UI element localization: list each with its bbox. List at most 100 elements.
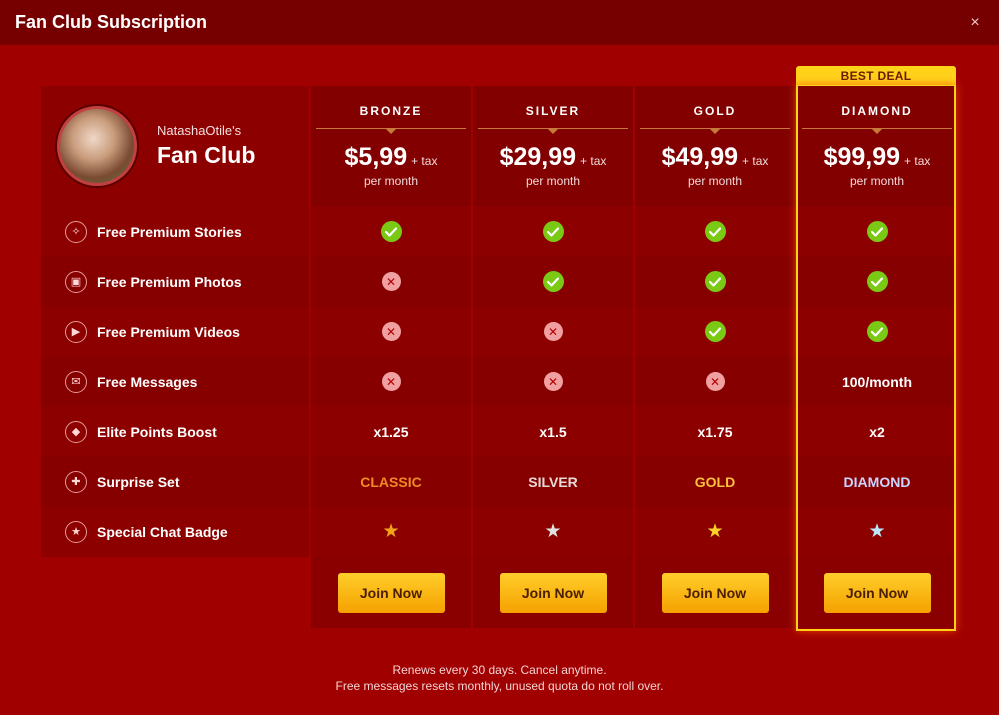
feature-value-silver: [473, 206, 633, 256]
feature-value-diamond: 100/month: [797, 356, 957, 406]
diamond-icon: ◆: [65, 420, 87, 443]
feature-label: Free Premium Photos: [97, 273, 242, 290]
badge-star-icon: ★: [706, 521, 724, 542]
cta-cell-silver: Join Now: [473, 556, 633, 628]
check-icon: [866, 321, 888, 342]
tier-name: BRONZE: [359, 104, 423, 118]
check-icon: [866, 271, 888, 292]
cross-icon: ✕: [381, 272, 401, 291]
feature-value-silver: SILVER: [473, 456, 633, 506]
badge-star-icon: ★: [382, 521, 400, 542]
feature-value-diamond: [797, 256, 957, 306]
tier-name: GOLD: [693, 104, 737, 118]
club-owner: NatashaOtile's: [157, 123, 242, 138]
check-icon: [542, 221, 564, 242]
feature-value-bronze: ✕: [311, 256, 471, 306]
gift-icon: ✚: [65, 470, 87, 493]
pricing-table: NatashaOtile's Fan Club BRONZE $5,99 + tax…: [41, 86, 957, 628]
cta-cell-bronze: Join Now: [311, 556, 471, 628]
close-icon[interactable]: ×: [966, 14, 984, 32]
tier-name: SILVER: [525, 104, 581, 118]
star-icon: ★: [65, 520, 87, 543]
cta-cell-diamond: Join Now: [797, 556, 957, 628]
cta-spacer: [41, 556, 309, 628]
cross-icon: ✕: [705, 372, 725, 391]
price-line: $5,99 + tax: [345, 143, 438, 172]
join-now-button-gold[interactable]: Join Now: [661, 572, 769, 613]
feature-value-gold: [635, 306, 795, 356]
feature-value-gold: GOLD: [635, 456, 795, 506]
feature-value-bronze: [311, 206, 471, 256]
feature-value-bronze: CLASSIC: [311, 456, 471, 506]
feature-value-gold: ✕: [635, 356, 795, 406]
join-now-button-silver[interactable]: Join Now: [499, 572, 607, 613]
feature-value-silver: [473, 256, 633, 306]
tier-divider: [478, 128, 628, 134]
feature-value-text: x1.5: [539, 423, 567, 440]
check-icon: [704, 321, 726, 342]
cta-cell-gold: Join Now: [635, 556, 795, 628]
avatar: [57, 106, 137, 186]
footer-note: Renews every 30 days. Cancel anytime. Fr…: [0, 662, 999, 694]
videos-icon: ▶: [65, 320, 87, 343]
cross-icon: ✕: [381, 372, 401, 391]
check-icon: [866, 221, 888, 242]
join-now-button-diamond[interactable]: Join Now: [823, 572, 931, 613]
tier-header-bronze: BRONZE $5,99 + tax per month: [311, 86, 471, 206]
tier-price: $29,99: [499, 143, 577, 171]
feature-value-text: x1.25: [373, 423, 409, 440]
billing-period: per month: [687, 174, 743, 188]
check-icon: [542, 271, 564, 292]
feature-value-silver: ✕: [473, 356, 633, 406]
feature-value-gold: ★: [635, 506, 795, 556]
photos-icon: ▣: [65, 270, 87, 293]
cross-icon: ✕: [543, 322, 563, 341]
check-icon: [704, 221, 726, 242]
feature-value-text: 100/month: [841, 373, 912, 390]
footer-line-1: Renews every 30 days. Cancel anytime.: [392, 663, 607, 677]
feature-value-silver: ★: [473, 506, 633, 556]
feature-label-free-premium-videos: ▶ Free Premium Videos: [41, 306, 309, 356]
feature-value-diamond: [797, 306, 957, 356]
feature-value-bronze: ★: [311, 506, 471, 556]
feature-value-silver: ✕: [473, 306, 633, 356]
feature-label: Free Messages: [97, 373, 198, 390]
footer-line-2: Free messages resets monthly, unused quo…: [335, 679, 664, 693]
feature-value-silver: x1.5: [473, 406, 633, 456]
messages-icon: ✉: [65, 370, 87, 393]
feature-value-gold: [635, 256, 795, 306]
tier-header-diamond: DIAMOND $99,99 + tax per month: [797, 86, 957, 206]
modal-title: Fan Club Subscription: [15, 12, 207, 32]
join-now-button-bronze[interactable]: Join Now: [337, 572, 445, 613]
feature-label: Free Premium Videos: [97, 323, 240, 340]
tier-header-silver: SILVER $29,99 + tax per month: [473, 86, 633, 206]
club-info: NatashaOtile's Fan Club: [157, 123, 255, 169]
best-deal-badge: BEST DEAL: [796, 66, 956, 86]
tier-header-gold: GOLD $49,99 + tax per month: [635, 86, 795, 206]
billing-period: per month: [363, 174, 419, 188]
feature-value-diamond: ★: [797, 506, 957, 556]
feature-value-text: x1.75: [697, 423, 733, 440]
price-line: $49,99 + tax: [662, 143, 769, 172]
price-line: $99,99 + tax: [824, 143, 931, 172]
badge-star-icon: ★: [868, 521, 886, 542]
check-icon: [704, 271, 726, 292]
feature-label-free-premium-stories: ✧ Free Premium Stories: [41, 206, 309, 256]
tax-label: + tax: [742, 154, 769, 168]
feature-label: Special Chat Badge: [97, 523, 228, 540]
feature-label: Surprise Set: [97, 473, 180, 490]
feature-value-gold: x1.75: [635, 406, 795, 456]
feature-label-free-messages: ✉ Free Messages: [41, 356, 309, 406]
club-name: Fan Club: [157, 142, 256, 168]
tax-label: + tax: [580, 154, 607, 168]
feature-value-diamond: [797, 206, 957, 256]
tier-name: DIAMOND: [841, 104, 913, 118]
feature-value-text: GOLD: [694, 473, 736, 490]
feature-value-text: CLASSIC: [360, 473, 422, 490]
check-icon: [380, 221, 402, 242]
feature-value-bronze: ✕: [311, 306, 471, 356]
billing-period: per month: [525, 174, 581, 188]
feature-label-elite-points-boost: ◆ Elite Points Boost: [41, 406, 309, 456]
badge-star-icon: ★: [544, 521, 562, 542]
billing-period: per month: [849, 174, 905, 188]
